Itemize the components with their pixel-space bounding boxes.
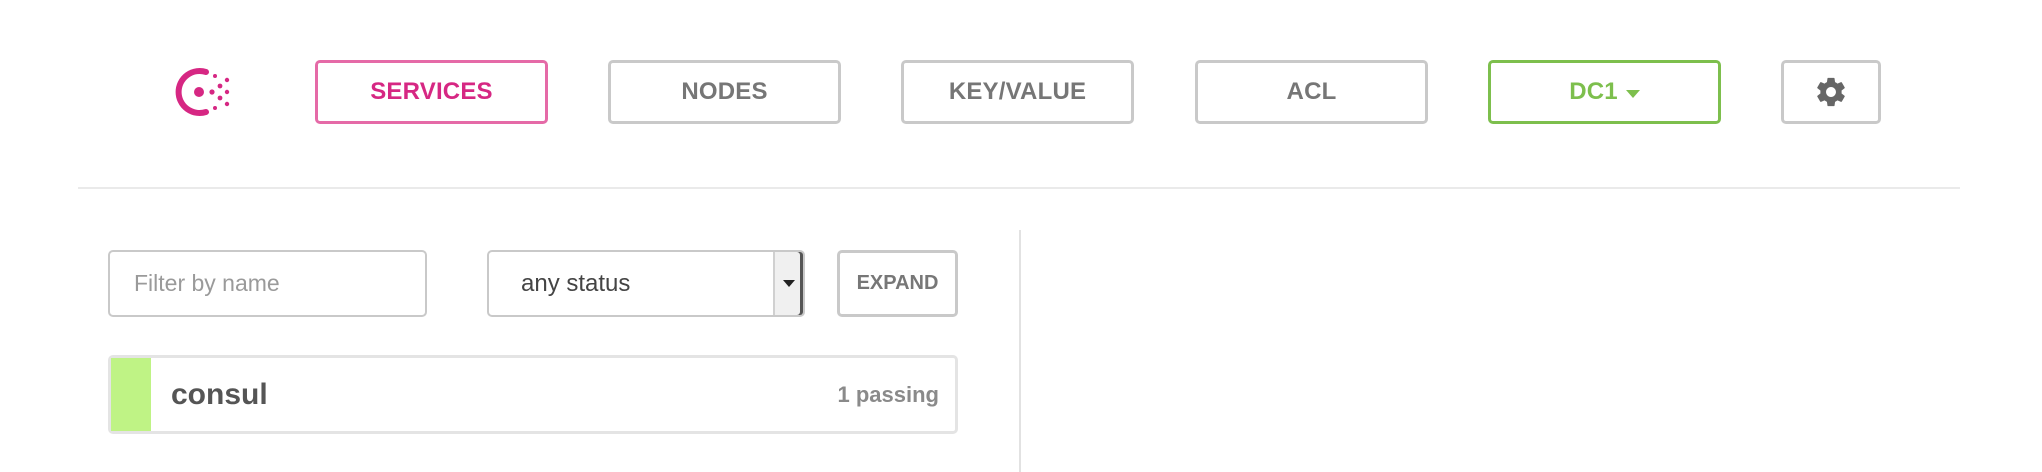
service-list-item[interactable]: consul 1 passing: [108, 355, 958, 434]
select-arrow-icon: [773, 252, 803, 315]
status-filter-select[interactable]: any status: [487, 250, 805, 317]
nav-services-button[interactable]: SERVICES: [315, 60, 548, 124]
chevron-down-icon: [1625, 90, 1640, 98]
nav-services-label: SERVICES: [370, 78, 493, 105]
service-check-count: 1 passing: [837, 381, 939, 407]
status-filter-value: any status: [521, 269, 631, 297]
gear-icon: [1817, 77, 1845, 107]
panel-divider: [1019, 230, 1021, 472]
datacenter-label: DC1: [1569, 78, 1618, 105]
header-divider: [78, 187, 1960, 189]
nav-nodes-button[interactable]: NODES: [608, 60, 841, 124]
service-status-indicator: [111, 358, 151, 431]
nav-keyvalue-label: KEY/VALUE: [948, 78, 1087, 105]
expand-button[interactable]: EXPAND: [837, 250, 958, 317]
consul-ui: SERVICES NODES KEY/VALUE ACL DC1 any sta…: [0, 0, 2042, 472]
datacenter-dropdown[interactable]: DC1: [1488, 60, 1721, 124]
filter-by-name-input[interactable]: [108, 250, 427, 317]
nav-nodes-label: NODES: [681, 78, 768, 105]
consul-logo-icon[interactable]: [170, 64, 232, 120]
settings-button[interactable]: [1781, 60, 1881, 124]
nav-acl-label: ACL: [1286, 78, 1337, 105]
nav-acl-button[interactable]: ACL: [1195, 60, 1428, 124]
nav-keyvalue-button[interactable]: KEY/VALUE: [901, 60, 1134, 124]
service-name: consul: [171, 377, 268, 411]
expand-label: EXPAND: [856, 272, 939, 294]
